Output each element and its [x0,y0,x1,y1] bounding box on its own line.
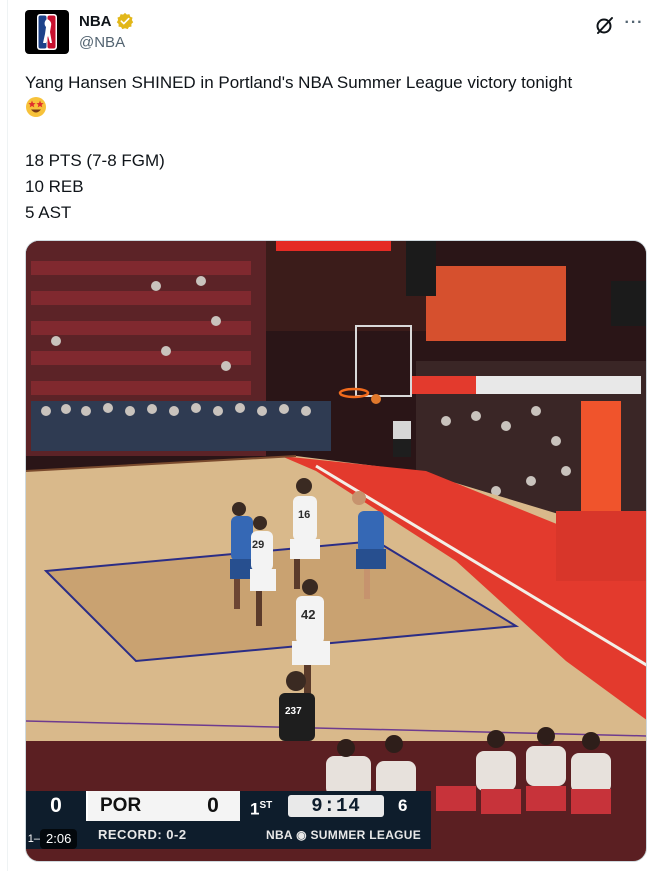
jersey-number-42: 42 [301,607,315,622]
scorebug: 0 POR 0 1ST 9:14 6 RECORD: 0-2 NBA ◉ SUM… [26,791,431,849]
timeline-divider [7,0,8,871]
verified-badge-icon [116,12,133,30]
author-name-row: NBA [79,12,134,30]
quarter-indicator: 1ST [250,799,273,819]
tweet-body: Yang Hansen SHINED in Portland's NBA Sum… [25,70,645,226]
game-clock: 9:14 [288,795,384,817]
shot-clock: 6 [398,796,408,815]
star-struck-emoji-icon [26,97,46,117]
video-frame: 16 29 42 237 [26,241,646,861]
nba-logo-icon[interactable] [25,10,69,54]
scorebug-bottom-row: RECORD: 0-2 NBA ◉ SUMMER LEAGUE [26,821,431,849]
more-options-icon[interactable]: ··· [622,14,646,36]
tweet-spacer [25,122,645,148]
tweet-header: NBA @NBA ··· [25,10,650,54]
team-score: 0 [207,794,219,817]
team-record: RECORD: 0-2 [98,827,187,842]
stat-points: 18 PTS (7-8 FGM) [25,151,165,170]
video-timestamp: 2:06 [40,829,78,849]
tweet-emoji-line [25,96,645,122]
scorebug-top-row: 0 POR 0 1ST 9:14 6 [26,791,431,821]
jersey-number-29: 29 [252,539,264,551]
game-clock-panel: 1ST 9:14 6 [240,791,431,821]
tweet-headline: Yang Hansen SHINED in Portland's NBA Sum… [25,73,573,92]
jersey-number-16: 16 [298,509,310,521]
author-handle[interactable]: @NBA [79,34,125,51]
jersey-number-237: 237 [285,706,302,717]
video-player[interactable]: 16 29 42 237 0 POR 0 1ST 9:14 6 RECORD: … [25,240,647,862]
grok-icon[interactable] [594,14,616,36]
author-name[interactable]: NBA [79,13,112,30]
progress-marker: 1– [27,833,40,845]
stat-rebounds: 10 REB [25,177,84,196]
opponent-score: 0 [26,791,88,821]
stat-assists: 5 AST [25,203,72,222]
league-label: NBA ◉ SUMMER LEAGUE [266,828,422,842]
